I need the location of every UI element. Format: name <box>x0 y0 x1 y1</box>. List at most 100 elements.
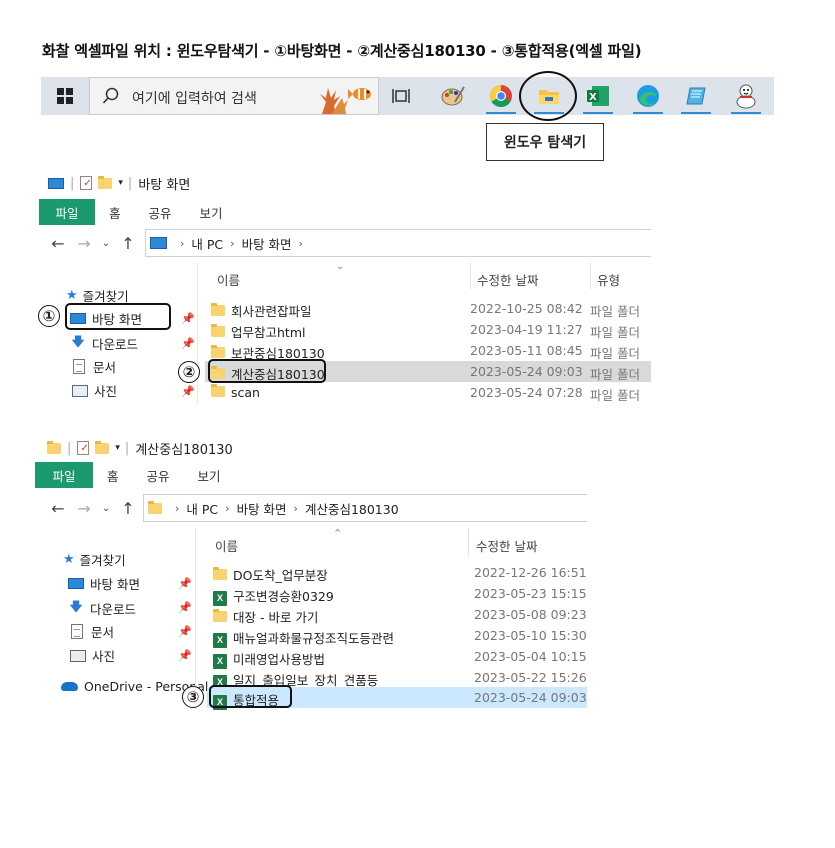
tab-share[interactable]: 공유 <box>135 203 186 222</box>
taskbar-search-box[interactable]: 여기에 입력하여 검색 <box>89 77 379 115</box>
breadcrumb-desktop[interactable]: 바탕 화면 <box>237 499 287 518</box>
tab-view[interactable]: 보기 <box>184 466 235 485</box>
snowman-app-button[interactable] <box>727 81 765 114</box>
active-indicator <box>583 112 613 114</box>
properties-icon[interactable]: ✓ <box>77 441 90 455</box>
pin-icon: 📌 <box>178 577 192 590</box>
chrome-button[interactable] <box>482 81 520 114</box>
back-arrow-icon[interactable]: ← <box>47 499 69 518</box>
file-row[interactable]: X 구조변경승환0329 2023-05-23 15:15 <box>207 583 587 606</box>
search-placeholder: 여기에 입력하여 검색 <box>132 91 257 107</box>
this-pc-icon <box>150 237 167 249</box>
column-header-date[interactable]: 수정한 날짜 <box>476 536 537 555</box>
star-icon: ★ <box>63 552 75 567</box>
paint-app-button[interactable] <box>434 81 472 111</box>
back-arrow-icon[interactable]: ← <box>47 234 69 253</box>
breadcrumb-this-pc[interactable]: 내 PC <box>186 499 218 518</box>
nav-documents[interactable]: 문서 <box>73 357 116 376</box>
tab-file[interactable]: 파일 <box>35 462 93 488</box>
chevron-right-icon: › <box>298 236 303 250</box>
forward-arrow-icon[interactable]: → <box>73 499 95 518</box>
properties-icon[interactable]: ✓ <box>80 176 93 190</box>
tab-share[interactable]: 공유 <box>133 466 184 485</box>
file-explorer-callout: 윈도우 탐색기 <box>486 123 604 161</box>
breadcrumb-desktop[interactable]: 바탕 화면 <box>242 234 292 253</box>
quick-access-toolbar: | ✓ ▾ | 계산중심180130 <box>35 432 587 464</box>
folder-icon <box>211 324 225 337</box>
sort-ascending-icon: ⌃ <box>333 527 343 540</box>
window-title: 바탕 화면 <box>138 177 191 193</box>
edge-button[interactable] <box>629 81 667 114</box>
file-row[interactable]: X 미래영업사용방법 2023-05-04 10:15 <box>207 646 587 669</box>
file-row[interactable]: scan 2023-05-24 07:28 파일 폴더 <box>205 382 651 403</box>
nav-desktop[interactable]: 바탕 화면 <box>68 574 140 593</box>
step-marker-2: ② <box>178 361 200 383</box>
file-row[interactable]: 보관중심180130 2023-05-11 08:45 파일 폴더 <box>205 340 651 361</box>
notepad-icon <box>686 87 706 105</box>
excel-button[interactable]: X <box>579 81 617 114</box>
nav-divider <box>195 528 196 710</box>
start-button[interactable] <box>41 77 89 115</box>
nav-downloads[interactable]: 🡇 다운로드 <box>70 333 138 354</box>
notepad-button[interactable] <box>677 81 715 114</box>
qat-dropdown-icon[interactable]: ▾ <box>115 443 120 453</box>
task-view-icon <box>392 89 410 103</box>
tab-file[interactable]: 파일 <box>39 199 95 225</box>
download-icon: 🡇 <box>69 599 83 614</box>
active-indicator <box>486 112 516 114</box>
folder-icon <box>211 303 225 316</box>
ribbon-tabs: 파일 홈 공유 보기 <box>39 199 651 225</box>
windows-logo-icon <box>57 88 73 104</box>
qat-dropdown-icon[interactable]: ▾ <box>118 178 123 188</box>
forward-arrow-icon[interactable]: → <box>73 234 95 253</box>
file-row[interactable]: 업무참고html 2023-04-19 11:27 파일 폴더 <box>205 319 651 340</box>
column-divider <box>590 263 591 289</box>
snowman-icon <box>736 84 756 109</box>
document-icon <box>73 359 85 374</box>
shortcut-folder-icon <box>213 609 227 622</box>
excel-icon: X <box>587 86 609 106</box>
nav-pictures[interactable]: 사진 <box>72 381 117 400</box>
document-icon <box>71 624 83 639</box>
sort-indicator-icon: ⌄ <box>336 261 345 272</box>
breadcrumb-this-pc[interactable]: 내 PC <box>191 234 223 253</box>
recent-dropdown-icon[interactable]: ⌄ <box>95 238 117 249</box>
nav-favorites[interactable]: ★ 즐겨찾기 <box>63 550 126 569</box>
page-title: 화찰 엑셀파일 위치 : 윈도우탐색기 - ①바탕화면 - ②계산중심18013… <box>42 42 642 60</box>
task-view-button[interactable] <box>382 81 420 111</box>
column-divider <box>468 528 469 556</box>
pin-icon: 📌 <box>178 625 192 638</box>
tab-home[interactable]: 홈 <box>95 203 135 222</box>
nav-downloads[interactable]: 🡇 다운로드 <box>68 598 136 619</box>
folder-icon <box>148 500 162 514</box>
tab-view[interactable]: 보기 <box>186 203 237 222</box>
recent-dropdown-icon[interactable]: ⌄ <box>95 503 117 514</box>
ribbon-tabs: 파일 홈 공유 보기 <box>35 462 587 488</box>
up-arrow-icon[interactable]: ↑ <box>117 499 139 518</box>
download-icon: 🡇 <box>71 334 85 349</box>
column-header-date[interactable]: 수정한 날짜 <box>477 270 538 289</box>
address-bar[interactable]: › 내 PC › 바탕 화면 › 계산중심180130 <box>143 494 587 522</box>
nav-documents[interactable]: 문서 <box>71 622 114 641</box>
new-folder-icon[interactable] <box>98 175 113 189</box>
pictures-icon <box>70 649 86 662</box>
search-icon <box>102 87 119 104</box>
new-folder-icon[interactable] <box>95 440 110 454</box>
chevron-right-icon: › <box>293 501 298 515</box>
column-header-name[interactable]: 이름 <box>217 270 240 289</box>
column-header-name[interactable]: 이름 <box>215 536 238 555</box>
chevron-right-icon: › <box>180 236 185 250</box>
file-row[interactable]: X 매뉴얼과화물규정조직도등관련 2023-05-10 15:30 <box>207 625 587 648</box>
chevron-right-icon: › <box>175 501 180 515</box>
address-bar[interactable]: › 내 PC › 바탕 화면 › <box>145 229 651 257</box>
column-header-type[interactable]: 유형 <box>597 270 620 289</box>
file-row[interactable]: 회사관련잡파일 2022-10-25 08:42 파일 폴더 <box>205 298 651 319</box>
nav-pictures[interactable]: 사진 <box>70 646 115 665</box>
file-row[interactable]: DO도착_업무분장 2022-12-26 16:51 <box>207 562 587 583</box>
file-row[interactable]: 대장 - 바로 가기 2023-05-08 09:23 <box>207 604 587 625</box>
up-arrow-icon[interactable]: ↑ <box>117 234 139 253</box>
tab-home[interactable]: 홈 <box>93 466 133 485</box>
paint-icon <box>441 86 465 106</box>
chevron-right-icon: › <box>230 236 235 250</box>
breadcrumb-folder[interactable]: 계산중심180130 <box>305 499 399 518</box>
